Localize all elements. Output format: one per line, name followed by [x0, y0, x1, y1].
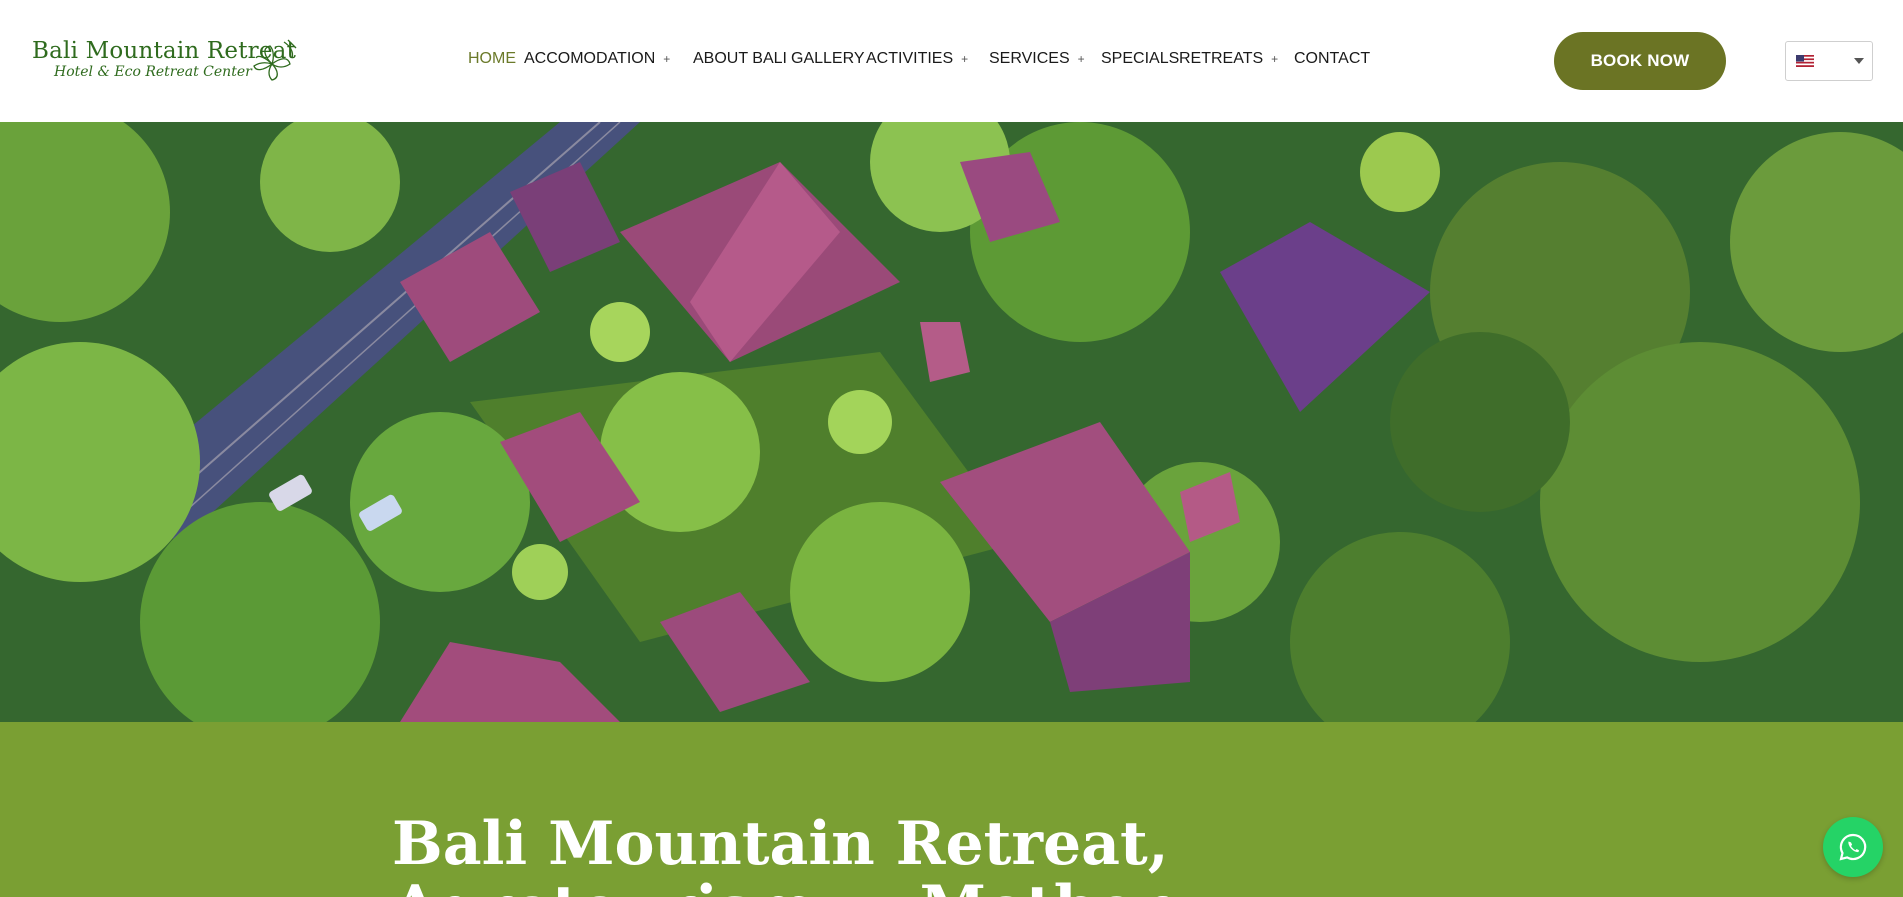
hero-aerial-image: [0, 122, 1903, 722]
nav-services[interactable]: SERVICES +: [989, 50, 1085, 68]
nav-retreats[interactable]: RETREATS +: [1179, 50, 1278, 68]
nav-services-label: SERVICES: [989, 50, 1070, 67]
nav-gallery-label: GALLERY: [791, 50, 865, 67]
intro-section: Bali Mountain Retreat, Agrotourism ... M…: [0, 722, 1903, 897]
nav-gallery[interactable]: GALLERY: [791, 50, 865, 68]
hero-image: [0, 122, 1903, 722]
submenu-plus-icon: +: [1271, 52, 1279, 66]
nav-specials[interactable]: SPECIALS: [1101, 50, 1179, 68]
nav-home-label: HOME: [468, 50, 516, 67]
nav-home[interactable]: HOME: [468, 50, 516, 68]
submenu-plus-icon: +: [1077, 52, 1085, 66]
nav-activities[interactable]: ACTIVITIES +: [866, 50, 968, 68]
whatsapp-button[interactable]: [1823, 817, 1883, 877]
submenu-plus-icon: +: [961, 52, 969, 66]
nav-activities-label: ACTIVITIES: [866, 50, 954, 67]
intro-title: Bali Mountain Retreat, Agrotourism ... M…: [392, 809, 1169, 897]
whatsapp-icon: [1839, 833, 1867, 861]
site-header: Bali Mountain Retreat Hotel & Eco Retrea…: [0, 0, 1903, 122]
nav-about-bali[interactable]: ABOUT BALI: [693, 50, 787, 68]
language-selector[interactable]: [1785, 41, 1873, 81]
frangipani-icon: [253, 39, 297, 81]
submenu-plus-icon: +: [663, 52, 671, 66]
nav-accomodation-label: ACCOMODATION: [524, 50, 656, 67]
chevron-down-icon: [1854, 58, 1864, 64]
book-now-button[interactable]: BOOK NOW: [1554, 32, 1726, 90]
nav-contact-label: CONTACT: [1294, 50, 1371, 67]
nav-retreats-label: RETREATS: [1179, 50, 1264, 67]
nav-about-bali-label: ABOUT BALI: [693, 50, 787, 67]
nav-contact[interactable]: CONTACT: [1294, 50, 1370, 68]
logo-subtitle: Hotel & Eco Retreat Center: [54, 64, 252, 80]
nav-accomodation[interactable]: ACCOMODATION +: [524, 50, 670, 68]
site-logo[interactable]: Bali Mountain Retreat Hotel & Eco Retrea…: [32, 38, 300, 86]
us-flag-icon: [1796, 55, 1814, 67]
nav-specials-label: SPECIALS: [1101, 50, 1180, 67]
